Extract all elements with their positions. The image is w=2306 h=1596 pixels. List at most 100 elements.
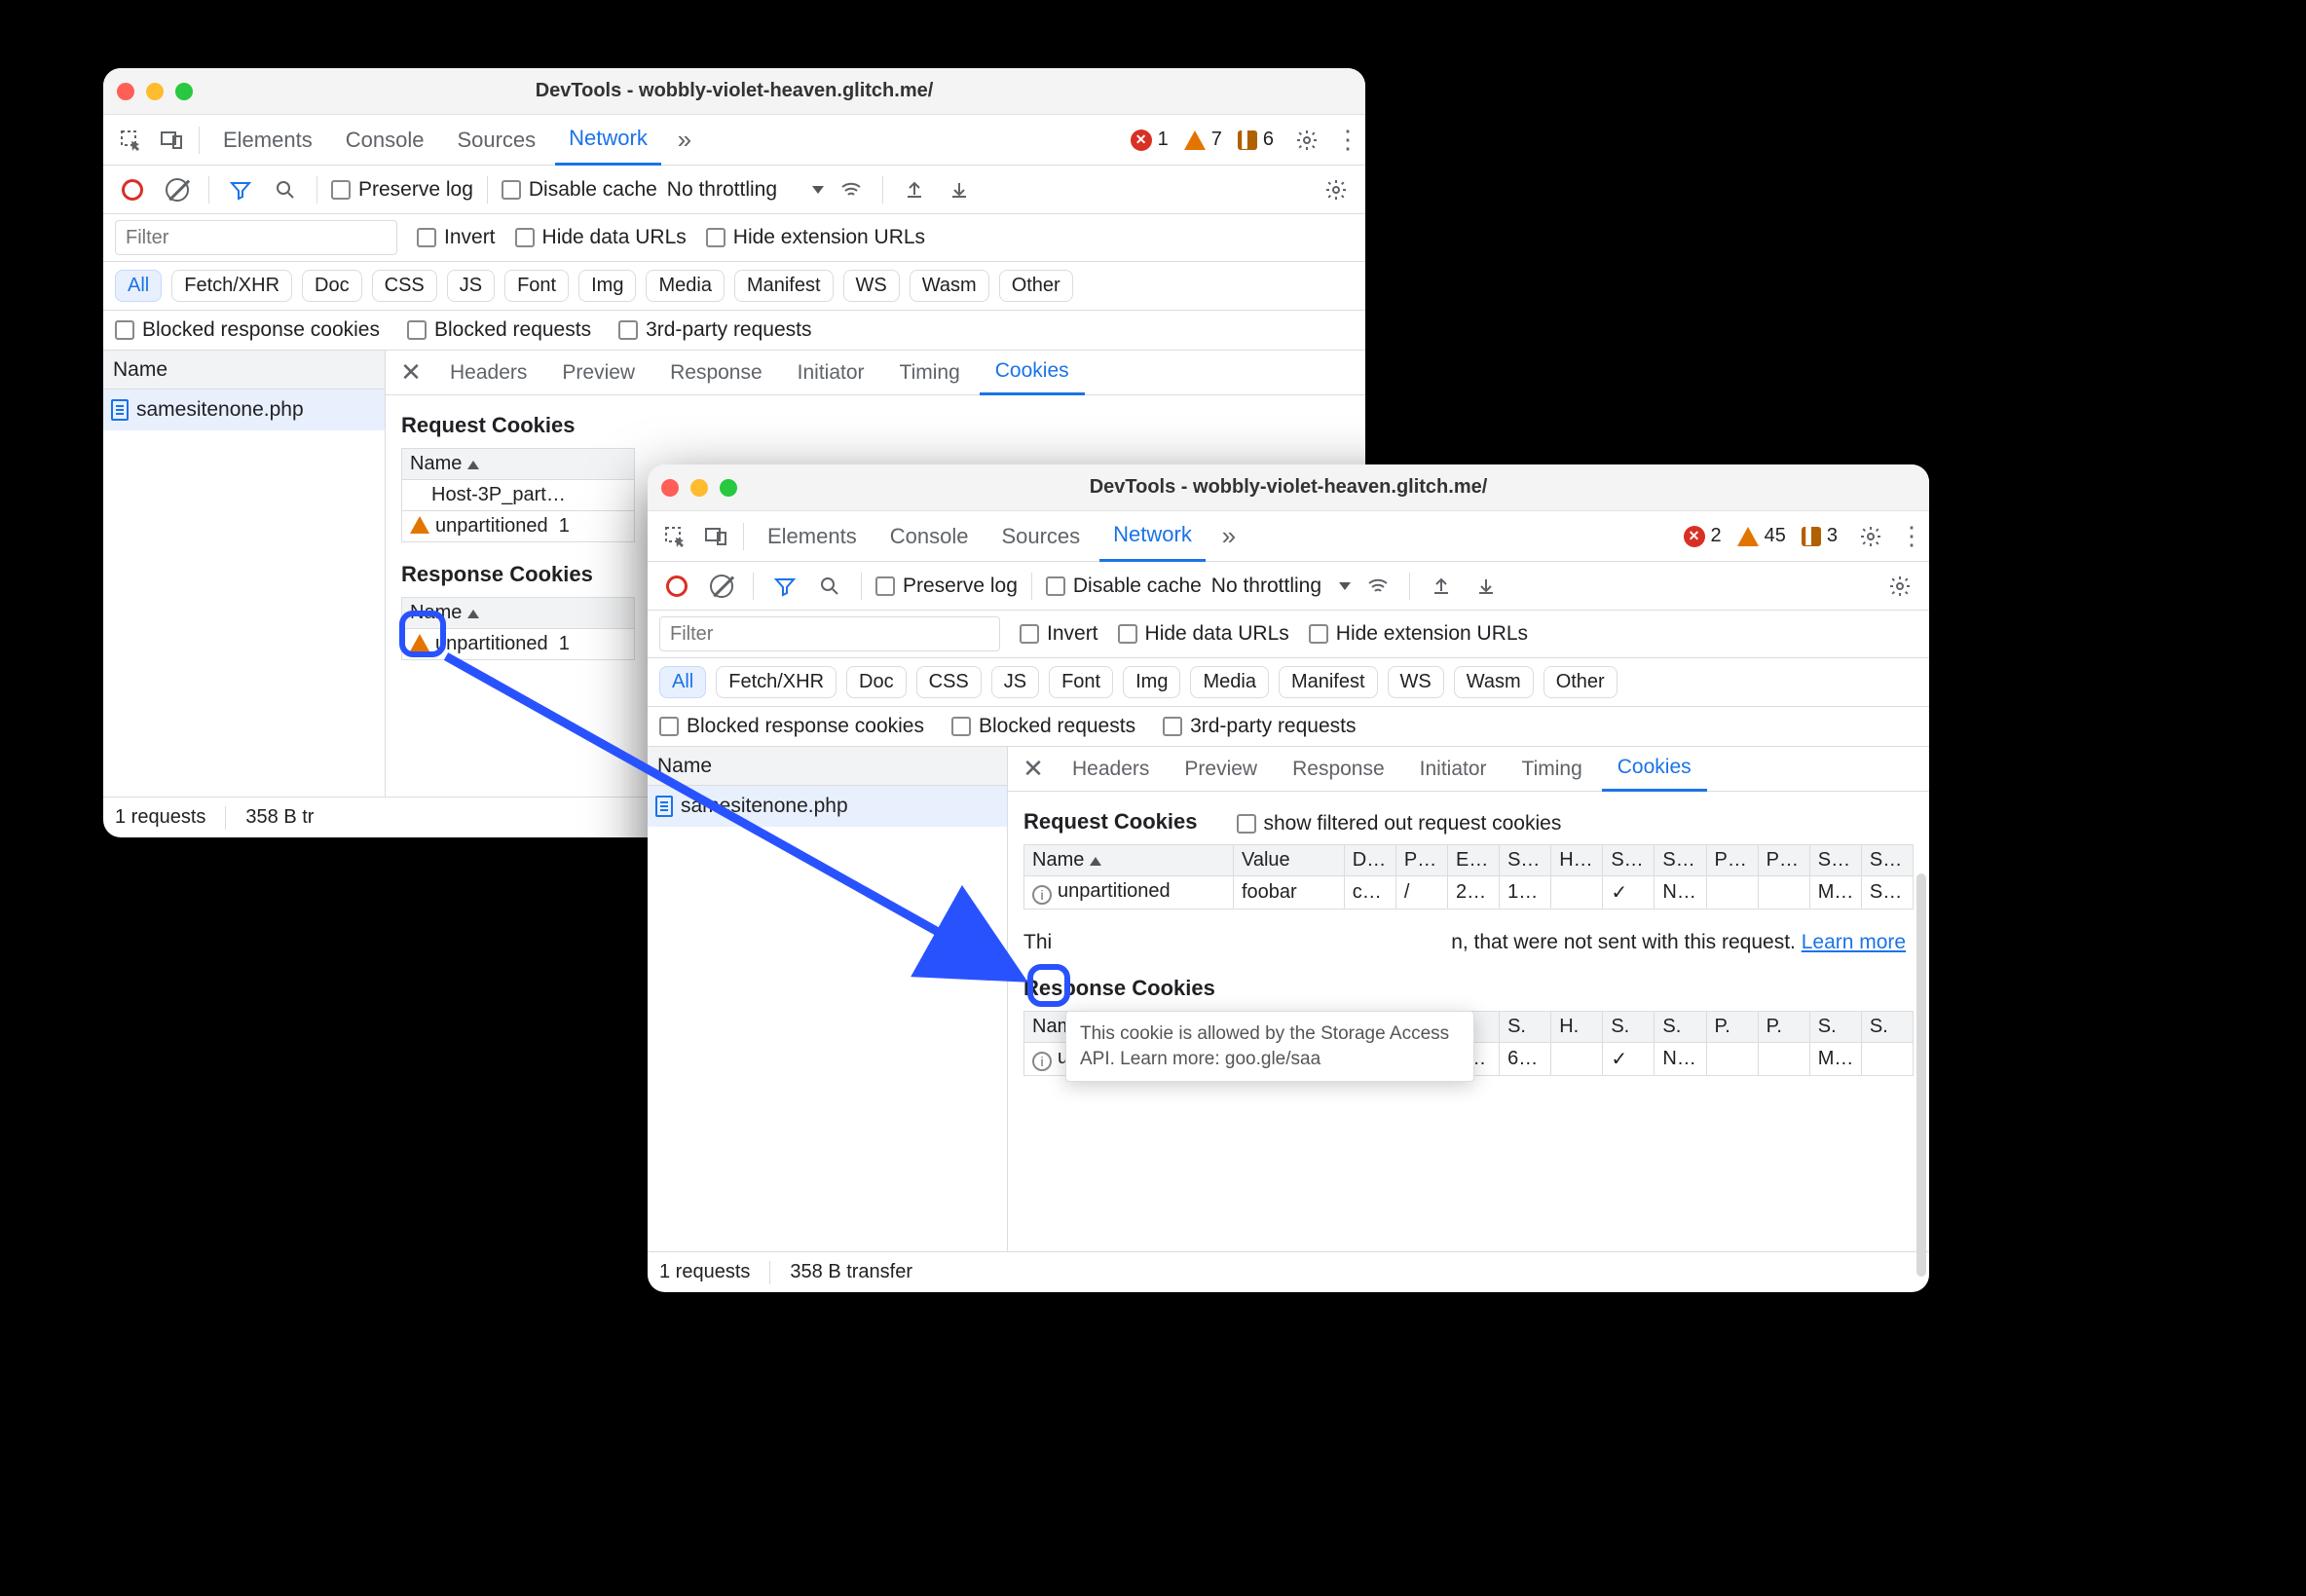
hide-data-urls-checkbox[interactable]: Hide data URLs (515, 226, 687, 249)
upload-icon[interactable] (1424, 569, 1459, 604)
panel-settings-icon[interactable] (1882, 569, 1917, 604)
pill-media[interactable]: Media (646, 270, 724, 302)
warning-count[interactable]: 7 (1184, 129, 1222, 151)
issue-count[interactable]: ▌3 (1802, 525, 1838, 547)
dtab-preview[interactable]: Preview (546, 351, 651, 395)
filter-input[interactable] (115, 220, 397, 255)
blocked-requests-checkbox[interactable]: Blocked requests (951, 715, 1135, 738)
pill-doc[interactable]: Doc (846, 666, 907, 698)
close-details-icon[interactable]: ✕ (1014, 754, 1053, 784)
pill-font[interactable]: Font (1049, 666, 1113, 698)
disable-cache-checkbox[interactable]: Disable cache (1046, 575, 1202, 598)
dtab-initiator[interactable]: Initiator (1404, 747, 1503, 792)
dtab-timing[interactable]: Timing (1506, 747, 1598, 792)
col-name[interactable]: Name (402, 598, 635, 629)
learn-more-link[interactable]: Learn more (1802, 931, 1906, 953)
pill-wasm[interactable]: Wasm (1454, 666, 1534, 698)
pill-js[interactable]: JS (991, 666, 1039, 698)
inspect-icon[interactable] (657, 519, 692, 554)
pill-manifest[interactable]: Manifest (734, 270, 834, 302)
more-tabs-icon[interactable]: » (667, 123, 702, 158)
third-party-checkbox[interactable]: 3rd-party requests (618, 318, 811, 342)
pill-all[interactable]: All (659, 666, 706, 698)
tab-sources[interactable]: Sources (987, 511, 1094, 562)
blocked-cookies-checkbox[interactable]: Blocked response cookies (115, 318, 380, 342)
wifi-icon[interactable] (834, 172, 869, 207)
request-row[interactable]: samesitenone.php (103, 390, 385, 430)
tab-elements[interactable]: Elements (209, 115, 326, 166)
close-details-icon[interactable]: ✕ (391, 357, 430, 388)
pill-media[interactable]: Media (1190, 666, 1268, 698)
pill-img[interactable]: Img (1123, 666, 1180, 698)
filter-icon[interactable] (223, 172, 258, 207)
record-icon[interactable] (115, 172, 150, 207)
preserve-log-checkbox[interactable]: Preserve log (875, 575, 1018, 598)
pill-js[interactable]: JS (447, 270, 495, 302)
dtab-timing[interactable]: Timing (884, 351, 976, 395)
upload-icon[interactable] (897, 172, 932, 207)
clear-icon[interactable] (704, 569, 739, 604)
dtab-cookies[interactable]: Cookies (1602, 747, 1707, 792)
invert-checkbox[interactable]: Invert (1020, 622, 1098, 646)
show-filtered-checkbox[interactable]: show filtered out request cookies (1237, 812, 1562, 835)
record-icon[interactable] (659, 569, 694, 604)
filter-icon[interactable] (767, 569, 802, 604)
filter-input[interactable] (659, 616, 1000, 651)
pill-other[interactable]: Other (1544, 666, 1618, 698)
throttling-select[interactable]: No throttling (1211, 575, 1351, 598)
dtab-response[interactable]: Response (1277, 747, 1400, 792)
third-party-checkbox[interactable]: 3rd-party requests (1163, 715, 1356, 738)
wifi-icon[interactable] (1360, 569, 1395, 604)
pill-doc[interactable]: Doc (302, 270, 362, 302)
pill-fetchxhr[interactable]: Fetch/XHR (716, 666, 837, 698)
pill-manifest[interactable]: Manifest (1279, 666, 1378, 698)
dtab-cookies[interactable]: Cookies (980, 351, 1085, 395)
tab-elements[interactable]: Elements (754, 511, 871, 562)
cookie-row[interactable]: iunpartitioned foobar c…/2…1…N…M…S… (1024, 876, 1914, 909)
pill-img[interactable]: Img (578, 270, 636, 302)
search-icon[interactable] (268, 172, 303, 207)
dtab-initiator[interactable]: Initiator (782, 351, 880, 395)
tab-network[interactable]: Network (1099, 511, 1206, 562)
hide-data-urls-checkbox[interactable]: Hide data URLs (1118, 622, 1289, 646)
download-icon[interactable] (1469, 569, 1504, 604)
scrollbar[interactable] (1916, 873, 1926, 1277)
pill-other[interactable]: Other (999, 270, 1073, 302)
warning-count[interactable]: 45 (1737, 525, 1786, 547)
tab-network[interactable]: Network (555, 115, 661, 166)
search-icon[interactable] (812, 569, 847, 604)
pill-font[interactable]: Font (504, 270, 569, 302)
dtab-headers[interactable]: Headers (1057, 747, 1165, 792)
tab-console[interactable]: Console (876, 511, 983, 562)
pill-ws[interactable]: WS (1388, 666, 1444, 698)
error-count[interactable]: ✕2 (1684, 525, 1722, 547)
settings-icon[interactable] (1853, 519, 1888, 554)
tab-console[interactable]: Console (332, 115, 438, 166)
kebab-icon[interactable]: ⋮ (1330, 123, 1365, 158)
hide-ext-urls-checkbox[interactable]: Hide extension URLs (706, 226, 925, 249)
pill-wasm[interactable]: Wasm (910, 270, 989, 302)
throttling-select[interactable]: No throttling (667, 178, 824, 202)
preserve-log-checkbox[interactable]: Preserve log (331, 178, 473, 202)
hide-ext-urls-checkbox[interactable]: Hide extension URLs (1309, 622, 1528, 646)
pill-ws[interactable]: WS (843, 270, 900, 302)
dtab-response[interactable]: Response (654, 351, 778, 395)
cookie-row[interactable]: Host-3P_part… (402, 480, 635, 511)
cookie-row[interactable]: unpartitioned 1 (402, 511, 635, 542)
issue-count[interactable]: ▌6 (1238, 129, 1274, 151)
kebab-icon[interactable]: ⋮ (1894, 519, 1929, 554)
invert-checkbox[interactable]: Invert (417, 226, 496, 249)
download-icon[interactable] (942, 172, 977, 207)
settings-icon[interactable] (1289, 123, 1324, 158)
name-column-header[interactable]: Name (648, 747, 1007, 786)
blocked-cookies-checkbox[interactable]: Blocked response cookies (659, 715, 924, 738)
device-toggle-icon[interactable] (698, 519, 733, 554)
col-name[interactable]: Name (1024, 845, 1234, 876)
request-row[interactable]: samesitenone.php (648, 786, 1007, 827)
clear-icon[interactable] (160, 172, 195, 207)
tab-sources[interactable]: Sources (443, 115, 549, 166)
pill-css[interactable]: CSS (916, 666, 982, 698)
more-tabs-icon[interactable]: » (1211, 519, 1246, 554)
blocked-requests-checkbox[interactable]: Blocked requests (407, 318, 591, 342)
dtab-preview[interactable]: Preview (1169, 747, 1273, 792)
